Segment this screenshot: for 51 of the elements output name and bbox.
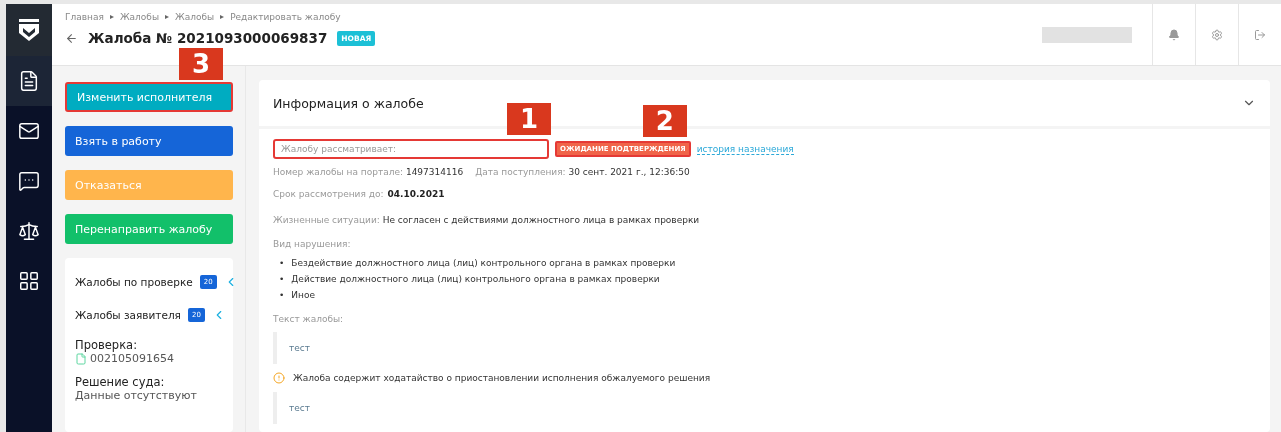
file-icon [75,352,87,365]
related-label: Жалобы по проверке [75,276,193,288]
field-label: Вид нарушения: [273,238,352,251]
callout-number: 2 [642,105,687,137]
warning-icon [273,372,285,384]
breadcrumb-link[interactable]: Главная [65,12,104,22]
received-date-text: Дата поступления: 30 сент. 2021 г., 12:36:50 [475,167,690,177]
assignee-field: Жалобу рассматривает: [273,139,549,159]
related-label: Жалобы заявителя [75,309,181,321]
situations-text: Жизненные ситуации: Не согласен с действиями должностного лица в рамках проверки [273,214,701,227]
callout-number: 1 [507,103,551,135]
petition-notice: Жалоба содержит ходатайство о приостановлении исполнения обжалуемого решения [293,373,711,383]
list-bullet: • [279,257,285,270]
list-bullet: • [279,273,285,286]
breadcrumb-separator-icon [220,15,225,19]
field-label: Текст жалобы: [273,313,345,324]
violation-item: Бездействие должностного лица (лиц) контрольного органа в рамках проверки [291,257,676,270]
field-label: Решение суда: [75,375,165,389]
violation-item: Действие должностного лица (лиц) контрольного органа в рамках проверки [291,273,660,286]
chat-icon [18,170,40,192]
field-value: Данные отсутствуют [75,389,197,402]
settings-icon [1211,28,1223,41]
page-title: Жалоба № 2021093000069837 [88,30,328,46]
portal-number-text: Номер жалобы на портале: 1497314116 [273,167,464,177]
breadcrumb-link[interactable]: Жалобы [175,12,215,22]
breadcrumb-link[interactable]: Редактировать жалобу [230,12,341,22]
violation-item: Иное [291,289,315,302]
history-link[interactable]: история назначения [696,143,794,155]
breadcrumb-separator-icon [165,15,169,19]
card-title: Информация о жалобе [273,95,424,111]
grid-icon [18,270,40,292]
action-button[interactable]: Взять в работу [65,126,233,156]
callout-number: 3 [179,48,223,80]
logout-icon [1254,28,1266,41]
deadline-text: Срок рассмотрения до: 04.10.2021 [273,188,446,201]
field-label: Проверка: [75,338,137,352]
sidebar-item[interactable] [6,56,52,106]
bell-icon [1168,28,1180,41]
shield-logo-icon [17,17,41,43]
action-button[interactable]: Изменить исполнителя [65,82,233,112]
list-bullet: • [279,289,285,302]
breadcrumb-separator-icon [109,15,114,19]
mail-icon [18,120,40,142]
complaint-text-quote: тест [273,332,1256,364]
breadcrumb-link[interactable]: Жалобы [119,12,159,22]
petition-text-quote: тест [273,392,1256,424]
inspection-link[interactable]: 002105091654 [90,352,174,365]
document-icon [18,70,40,92]
back-arrow-icon[interactable] [65,31,78,45]
action-button[interactable]: Перенаправить жалобу [65,214,233,244]
scales-icon [18,220,40,242]
